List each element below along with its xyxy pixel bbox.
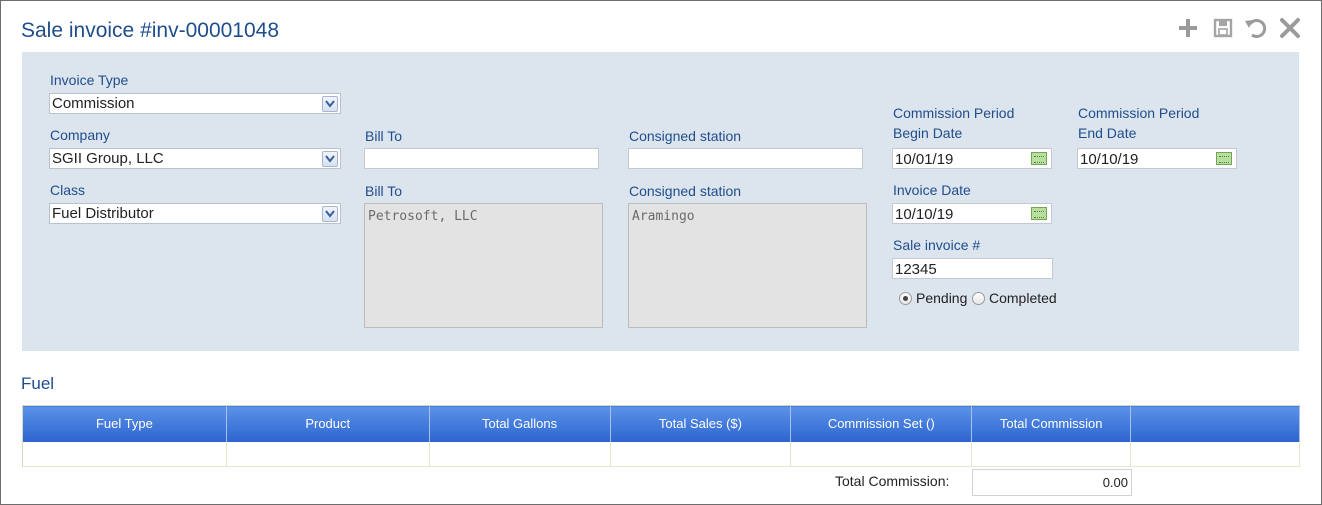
invoice-type-select[interactable]: Commission bbox=[49, 93, 341, 114]
table-cell bbox=[1130, 441, 1300, 467]
period-begin-label-line1: Commission Period bbox=[893, 105, 1015, 121]
table-cell bbox=[971, 441, 1132, 467]
table-row bbox=[22, 441, 1300, 467]
table-cell bbox=[429, 441, 611, 467]
period-begin-date-value: 10/01/19 bbox=[895, 151, 954, 168]
consigned-station-label: Consigned station bbox=[629, 128, 742, 144]
fuel-table-header-row: Fuel Type Product Total Gallons Total Sa… bbox=[22, 405, 1300, 442]
period-end-label-line2: End Date bbox=[1078, 125, 1137, 141]
column-header-total-sales[interactable]: Total Sales ($) bbox=[610, 405, 792, 442]
period-end-date-input[interactable]: 10/10/19 bbox=[1077, 148, 1237, 169]
invoice-date-label: Invoice Date bbox=[893, 182, 971, 198]
period-begin-label-line2: Begin Date bbox=[893, 125, 963, 141]
calendar-icon[interactable] bbox=[1216, 152, 1232, 165]
company-value: SGII Group, LLC bbox=[52, 150, 164, 167]
table-cell bbox=[22, 441, 227, 467]
undo-icon bbox=[1245, 19, 1267, 38]
company-label: Company bbox=[50, 127, 110, 143]
save-button[interactable] bbox=[1210, 15, 1236, 41]
status-pending-label: Pending bbox=[916, 290, 968, 306]
table-cell bbox=[610, 441, 792, 467]
fuel-table: Fuel Type Product Total Gallons Total Sa… bbox=[22, 405, 1300, 467]
column-header-total-commission[interactable]: Total Commission bbox=[971, 405, 1132, 442]
consigned-station-detail-textarea[interactable]: Aramingo bbox=[628, 203, 867, 328]
close-button[interactable] bbox=[1277, 15, 1303, 41]
bill-to-detail-label: Bill To bbox=[365, 183, 403, 199]
add-button[interactable] bbox=[1175, 15, 1201, 41]
invoice-type-value: Commission bbox=[52, 95, 135, 112]
bill-to-input[interactable] bbox=[364, 148, 599, 169]
company-select[interactable]: SGII Group, LLC bbox=[49, 148, 341, 169]
consigned-station-input[interactable] bbox=[628, 148, 863, 169]
page-title: Sale invoice #inv-00001048 bbox=[21, 19, 280, 42]
radio-unchecked-icon bbox=[972, 291, 985, 305]
total-commission-value: 0.00 bbox=[972, 469, 1132, 496]
table-cell bbox=[226, 441, 430, 467]
column-header-product[interactable]: Product bbox=[226, 405, 430, 442]
invoice-date-input[interactable]: 10/10/19 bbox=[892, 203, 1052, 224]
class-value: Fuel Distributor bbox=[52, 205, 154, 222]
invoice-date-value: 10/10/19 bbox=[895, 206, 954, 223]
column-header-total-gallons[interactable]: Total Gallons bbox=[429, 405, 611, 442]
status-pending-radio[interactable]: Pending bbox=[899, 290, 967, 306]
sale-invoice-number-label: Sale invoice # bbox=[893, 237, 981, 253]
sale-invoice-number-input[interactable]: 12345 bbox=[892, 258, 1053, 279]
column-header-actions bbox=[1130, 405, 1300, 442]
status-completed-label: Completed bbox=[989, 290, 1057, 306]
column-header-fuel-type[interactable]: Fuel Type bbox=[22, 405, 227, 442]
bill-to-detail-textarea[interactable]: Petrosoft, LLC bbox=[364, 203, 603, 328]
consigned-station-detail-label: Consigned station bbox=[629, 183, 742, 199]
bill-to-label: Bill To bbox=[365, 128, 403, 144]
fuel-section-title: Fuel bbox=[21, 374, 55, 393]
chevron-down-icon bbox=[322, 95, 338, 112]
plus-icon bbox=[1179, 19, 1197, 37]
period-begin-date-input[interactable]: 10/01/19 bbox=[892, 148, 1052, 169]
column-header-commission-set[interactable]: Commission Set () bbox=[790, 405, 973, 442]
calendar-icon[interactable] bbox=[1031, 152, 1047, 165]
class-label: Class bbox=[50, 182, 86, 198]
period-end-date-value: 10/10/19 bbox=[1080, 151, 1139, 168]
save-icon bbox=[1213, 18, 1233, 38]
status-completed-radio[interactable]: Completed bbox=[972, 290, 1057, 306]
chevron-down-icon bbox=[322, 205, 338, 222]
period-end-label-line1: Commission Period bbox=[1078, 105, 1200, 121]
table-cell bbox=[790, 441, 973, 467]
calendar-icon[interactable] bbox=[1031, 207, 1047, 220]
total-commission-label: Total Commission: bbox=[835, 473, 950, 489]
close-icon bbox=[1280, 18, 1300, 38]
undo-button[interactable] bbox=[1242, 15, 1268, 41]
radio-checked-icon bbox=[899, 291, 912, 305]
invoice-type-label: Invoice Type bbox=[50, 72, 129, 88]
chevron-down-icon bbox=[322, 150, 338, 167]
class-select[interactable]: Fuel Distributor bbox=[49, 203, 341, 224]
